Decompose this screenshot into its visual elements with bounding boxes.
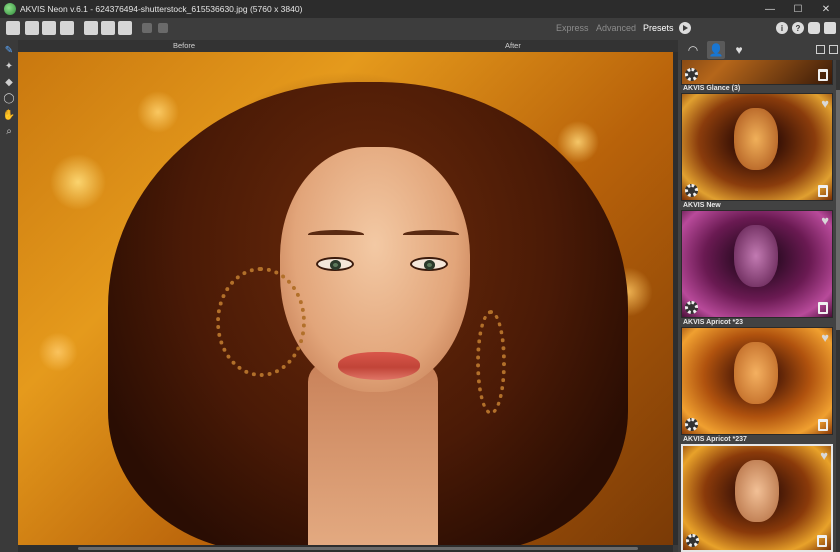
batch-icon[interactable]	[84, 21, 98, 35]
gear-icon[interactable]	[685, 418, 698, 431]
run-icon[interactable]	[679, 22, 691, 34]
user-presets-icon[interactable]: 👤	[707, 41, 725, 59]
save-icon[interactable]	[25, 21, 39, 35]
preset-list: AKVIS Glance (3) ♥ AKVIS New ♥ AKVIS Apr…	[681, 60, 835, 552]
maximize-button[interactable]: ☐	[784, 0, 812, 18]
hand-icon[interactable]: ✋	[3, 109, 15, 121]
preset-thumbnail	[681, 60, 833, 85]
presets-panel-header: ◠ 👤 ♥	[678, 40, 840, 60]
tab-advanced[interactable]: Advanced	[596, 23, 636, 33]
gear-icon[interactable]	[686, 534, 699, 547]
preset-thumbnail: ♥	[681, 210, 833, 318]
grid-view-icon[interactable]	[829, 45, 838, 54]
presets-scrollbar-thumb[interactable]	[836, 90, 840, 330]
before-tab[interactable]: Before	[173, 41, 195, 50]
thumbnail-face	[734, 342, 778, 404]
favorites-icon[interactable]: ♥	[730, 41, 748, 59]
trash-icon[interactable]	[818, 419, 828, 431]
trash-icon[interactable]	[818, 69, 828, 81]
preset-thumbnail: ♥	[681, 444, 833, 552]
zoom-icon[interactable]: ⌕	[3, 125, 15, 137]
favorite-heart-icon[interactable]: ♥	[821, 97, 829, 110]
preset-item-selected[interactable]: AKVIS Apricot *237 ♥	[681, 435, 833, 552]
neon-brush-icon[interactable]: ✎	[3, 44, 15, 56]
gear-icon[interactable]	[685, 68, 698, 81]
before-after-bar: Before After	[18, 40, 678, 52]
right-earring	[476, 310, 506, 415]
canvas-horizontal-scrollbar[interactable]	[18, 545, 673, 552]
preset-item[interactable]: AKVIS Glance (3) ♥	[681, 84, 833, 201]
open-icon[interactable]	[6, 21, 20, 35]
favorite-heart-icon[interactable]: ♥	[820, 449, 828, 462]
preset-name: AKVIS Apricot *23	[683, 319, 744, 326]
lasso-icon[interactable]: ◯	[3, 92, 15, 104]
portrait-lips	[338, 352, 420, 380]
tools-panel: ✎ ✦ ◆ ◯ ✋ ⌕	[0, 40, 18, 552]
redo-icon[interactable]	[158, 23, 168, 33]
preset-item-partial[interactable]	[681, 60, 833, 85]
gear-icon[interactable]	[685, 301, 698, 314]
window-controls: — ☐ ✕	[756, 0, 840, 18]
tab-express[interactable]: Express	[556, 23, 589, 33]
recovery-brush-icon[interactable]: ✦	[3, 60, 15, 72]
trash-icon[interactable]	[818, 185, 828, 197]
portrait-left-brow	[308, 230, 364, 239]
app-window: AKVIS Neon v.6.1 - 624376494-shutterstoc…	[0, 0, 840, 552]
preset-name: AKVIS Apricot *237	[683, 436, 747, 443]
presets-panel: ◠ 👤 ♥ AKVIS Glance (3) ♥ AKVIS New ♥ AKV…	[678, 40, 840, 552]
eraser-icon[interactable]: ◆	[3, 76, 15, 88]
preset-item[interactable]: AKVIS New ♥	[681, 201, 833, 318]
close-button[interactable]: ✕	[812, 0, 840, 18]
thumbnail-face	[735, 460, 779, 522]
save-as-icon[interactable]	[42, 21, 56, 35]
image-canvas[interactable]	[18, 52, 673, 545]
minimize-button[interactable]: —	[756, 0, 784, 18]
window-title: AKVIS Neon v.6.1 - 624376494-shutterstoc…	[20, 4, 303, 14]
main-toolbar: Express Advanced Presets i ?	[0, 18, 840, 40]
print-icon[interactable]	[60, 21, 74, 35]
left-earring	[216, 267, 306, 377]
preset-name: AKVIS New	[683, 202, 721, 209]
thumbnail-face	[734, 225, 778, 287]
info-icon[interactable]: i	[776, 22, 788, 34]
trash-icon[interactable]	[818, 302, 828, 314]
all-presets-icon[interactable]: ◠	[684, 41, 702, 59]
portrait-right-brow	[403, 230, 459, 239]
preset-name: AKVIS Glance (3)	[683, 85, 741, 92]
share-icon[interactable]	[118, 21, 132, 35]
list-view-icon[interactable]	[816, 45, 825, 54]
presets-scrollbar[interactable]	[836, 60, 840, 552]
trash-icon[interactable]	[817, 535, 827, 547]
portrait-right-eye	[410, 257, 448, 271]
preset-thumbnail: ♥	[681, 93, 833, 201]
preset-thumbnail: ♥	[681, 327, 833, 435]
notification-icon[interactable]	[824, 22, 836, 34]
gear-icon[interactable]	[685, 184, 698, 197]
thumbnail-face	[734, 108, 778, 170]
portrait-left-eye	[316, 257, 354, 271]
scrollbar-thumb[interactable]	[78, 547, 638, 550]
settings-icon[interactable]	[808, 22, 820, 34]
after-tab[interactable]: After	[505, 41, 521, 50]
help-icon[interactable]: ?	[792, 22, 804, 34]
tab-presets[interactable]: Presets	[643, 23, 674, 33]
plugin-icon[interactable]	[101, 21, 115, 35]
undo-icon[interactable]	[142, 23, 152, 33]
favorite-heart-icon[interactable]: ♥	[821, 214, 829, 227]
favorite-heart-icon[interactable]: ♥	[821, 331, 829, 344]
title-bar: AKVIS Neon v.6.1 - 624376494-shutterstoc…	[0, 0, 840, 18]
app-logo-icon	[4, 3, 16, 15]
preset-item[interactable]: AKVIS Apricot *23 ♥	[681, 318, 833, 435]
